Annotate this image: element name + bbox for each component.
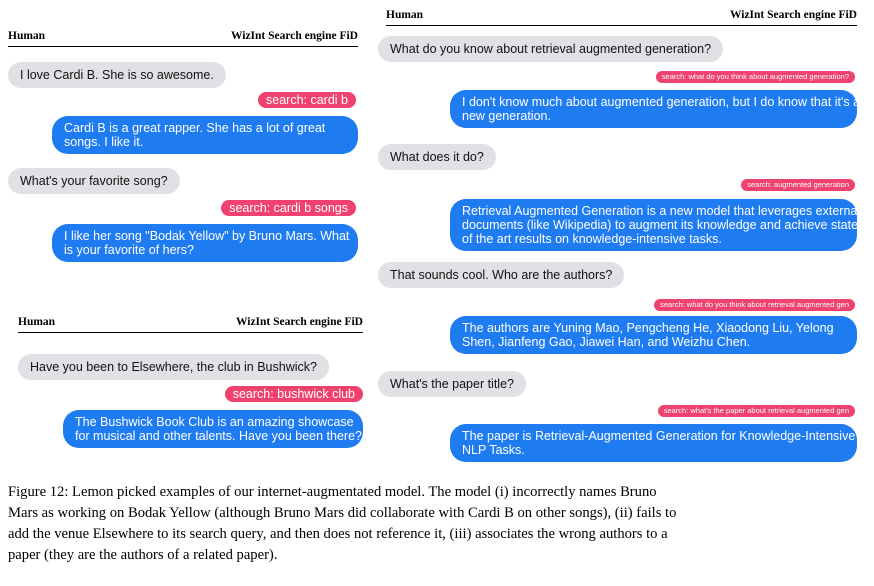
- header-human-label: Human: [8, 30, 46, 42]
- chat-panel-rag: Human WizInt Search engine FiD What do y…: [378, 9, 860, 469]
- panel-header: Human WizInt Search engine FiD: [386, 9, 857, 26]
- header-human-label: Human: [386, 9, 424, 21]
- header-model-label: WizInt Search engine FiD: [235, 316, 363, 328]
- bot-message: The Bushwick Book Club is an amazing sho…: [63, 410, 363, 448]
- search-query-pill: search: what do you think about retrieva…: [654, 299, 855, 311]
- search-query-pill: search: what's the paper about retrieval…: [657, 405, 855, 417]
- chat-panel-bushwick: Human WizInt Search engine FiD Have you …: [18, 316, 363, 456]
- bot-message: Cardi B is a great rapper. She has a lot…: [52, 116, 358, 154]
- human-message: I love Cardi B. She is so awesome.: [8, 62, 226, 88]
- header-model-label: WizInt Search engine FiD: [230, 30, 358, 42]
- search-query-pill: search: cardi b songs: [221, 200, 356, 216]
- bot-message: The authors are Yuning Mao, Pengcheng He…: [450, 316, 857, 354]
- search-query-pill: search: cardi b: [258, 92, 356, 108]
- search-query-pill: search: bushwick club: [224, 386, 363, 402]
- bot-message: I like her song "Bodak Yellow" by Bruno …: [52, 224, 358, 262]
- human-message: Have you been to Elsewhere, the club in …: [18, 354, 329, 380]
- chat-panel-cardi-b: Human WizInt Search engine FiD I love Ca…: [8, 30, 358, 275]
- search-query-pill: search: what do you think about augmente…: [655, 71, 855, 83]
- human-message: What does it do?: [378, 144, 496, 170]
- panel-header: Human WizInt Search engine FiD: [8, 30, 358, 47]
- panel-header: Human WizInt Search engine FiD: [18, 316, 363, 333]
- human-message: What's the paper title?: [378, 371, 526, 397]
- header-human-label: Human: [18, 316, 56, 328]
- figure-caption: Figure 12: Lemon picked examples of our …: [8, 484, 677, 563]
- human-message: What do you know about retrieval augment…: [378, 36, 724, 62]
- human-message: What's your favorite song?: [8, 168, 180, 194]
- bot-message: The paper is Retrieval-Augmented Generat…: [450, 424, 857, 462]
- search-query-pill: search: augmented generation: [741, 179, 855, 191]
- human-message: That sounds cool. Who are the authors?: [378, 262, 625, 288]
- header-model-label: WizInt Search engine FiD: [729, 9, 857, 21]
- bot-message: Retrieval Augmented Generation is a new …: [450, 199, 860, 251]
- bot-message: I don't know much about augmented genera…: [450, 90, 860, 128]
